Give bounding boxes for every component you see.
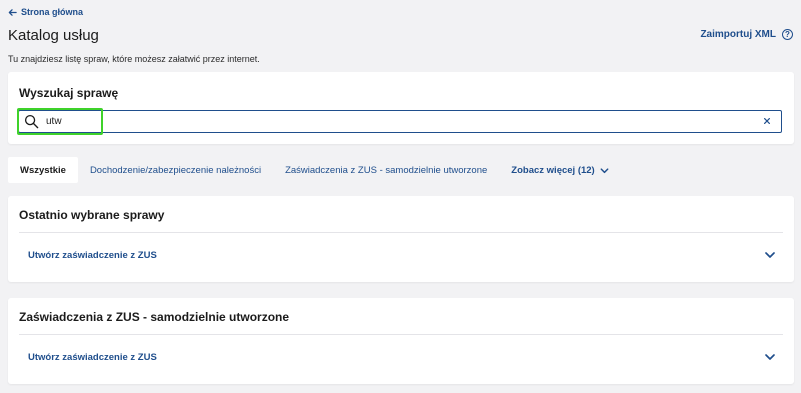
search-box[interactable] [18,110,782,133]
back-link[interactable]: Strona główna [8,7,83,17]
search-icon [24,114,39,129]
tab-see-more[interactable]: Zobacz więcej (12) [499,157,621,183]
tab-see-more-label: Zobacz więcej (12) [511,164,595,176]
search-card: Wyszukaj sprawę [8,72,794,144]
accordion-item[interactable]: Utwórz zaświadczenie z ZUS [19,346,783,368]
recent-section: Ostatnio wybrane sprawy Utwórz zaświadcz… [8,196,794,282]
page-title: Katalog usług [8,27,99,44]
section-title: Ostatnio wybrane sprawy [19,208,165,222]
accordion-item-label[interactable]: Utwórz zaświadczenie z ZUS [28,352,157,363]
close-icon[interactable] [761,115,773,127]
tab-zus-certificates[interactable]: Zaświadczenia z ZUS - samodzielnie utwor… [273,157,499,183]
divider [19,334,783,335]
accordion-item-label[interactable]: Utwórz zaświadczenie z ZUS [28,250,157,261]
section-title: Zaświadczenia z ZUS - samodzielnie utwor… [19,310,290,324]
help-circle-icon[interactable]: ? [782,29,793,40]
arrow-left-icon [8,8,17,16]
chevron-down-icon[interactable] [764,351,776,363]
search-title: Wyszukaj sprawę [19,86,119,100]
back-link-label: Strona główna [21,7,84,17]
search-input[interactable] [46,113,746,129]
tab-all[interactable]: Wszystkie [8,157,78,183]
import-xml-label: Zaimportuj XML [700,29,776,40]
import-xml-link[interactable]: Zaimportuj XML ? [700,29,793,40]
category-tabs: Wszystkie Dochodzenie/zabezpieczenie nal… [8,157,622,183]
tab-debt-collection[interactable]: Dochodzenie/zabezpieczenie należności [78,157,273,183]
page-subtitle: Tu znajdziesz listę spraw, które możesz … [8,54,260,64]
chevron-down-icon [600,167,609,173]
accordion-item[interactable]: Utwórz zaświadczenie z ZUS [19,244,783,266]
chevron-down-icon[interactable] [764,249,776,261]
divider [19,232,783,233]
zus-certificates-section: Zaświadczenia z ZUS - samodzielnie utwor… [8,298,794,384]
